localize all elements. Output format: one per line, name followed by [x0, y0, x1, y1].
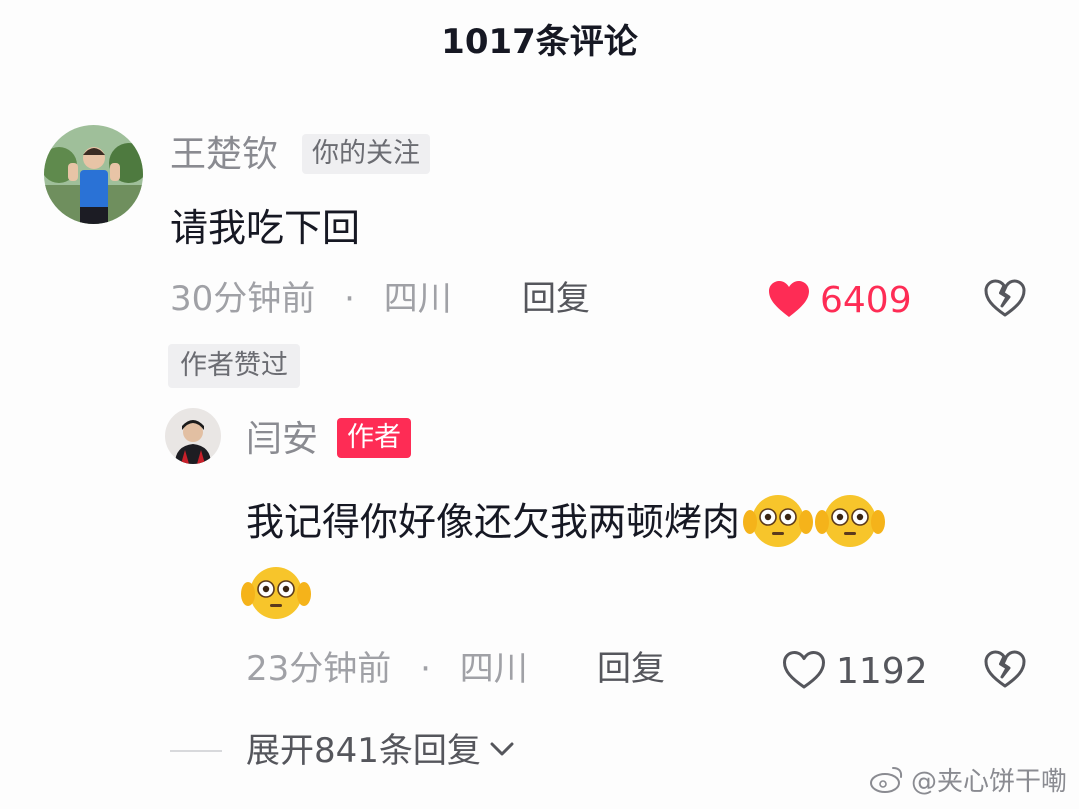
author-tag: 作者: [337, 418, 411, 459]
broken-heart-icon: [984, 650, 1026, 692]
reply-author-avatar[interactable]: [165, 408, 221, 464]
flushed-emoji-icon: [742, 488, 814, 556]
weibo-icon: [869, 764, 905, 799]
watermark: @夹心饼干嘞: [869, 764, 1067, 799]
expand-divider: [170, 750, 222, 752]
comment-text: 请我吃下回: [170, 206, 361, 250]
reply-reply-button[interactable]: 回复: [597, 652, 665, 686]
heart-outline-icon: [782, 650, 826, 693]
comment-time: 30分钟前: [170, 279, 316, 319]
reply-text-line: 我记得你好像还欠我两顿烤肉: [246, 488, 886, 556]
broken-heart-icon: [984, 279, 1026, 321]
flushed-emoji-icon: [814, 488, 886, 556]
expand-replies-button[interactable]: 展开841条回复: [170, 734, 515, 768]
following-tag: 你的关注: [302, 134, 430, 175]
reply-location: 四川: [459, 649, 528, 689]
chevron-down-icon: [489, 740, 515, 762]
author-liked-badge: 作者赞过: [168, 344, 300, 389]
commenter-avatar[interactable]: [44, 125, 143, 224]
comment-like-count: 6409: [820, 279, 912, 321]
reply-dislike-button[interactable]: [984, 650, 1026, 692]
comment-like-button[interactable]: 6409: [768, 280, 912, 321]
watermark-text: @夹心饼干嘞: [910, 766, 1067, 797]
comment-reply-button[interactable]: 回复: [522, 282, 590, 316]
comment-location: 四川: [383, 279, 452, 319]
reply-username[interactable]: 闫安: [246, 422, 318, 458]
flushed-emoji-icon: [240, 560, 312, 626]
heart-filled-icon: [768, 280, 810, 321]
reply-like-button[interactable]: 1192: [782, 650, 928, 693]
comment-meta: 30分钟前 · 四川: [170, 282, 452, 316]
meta-separator: ·: [344, 279, 355, 319]
reply-like-count: 1192: [836, 650, 928, 692]
expand-replies-label: 展开841条回复: [246, 731, 481, 771]
comment-dislike-button[interactable]: [984, 279, 1026, 321]
reply-time: 23分钟前: [246, 649, 392, 689]
reply-meta: 23分钟前 · 四川: [246, 652, 528, 686]
commenter-username[interactable]: 王楚钦: [170, 137, 278, 173]
meta-separator: ·: [420, 649, 431, 689]
reply-emoji-line: [240, 560, 312, 626]
reply-text: 我记得你好像还欠我两顿烤肉: [246, 500, 741, 544]
comments-count-title: 1017条评论: [441, 22, 638, 62]
